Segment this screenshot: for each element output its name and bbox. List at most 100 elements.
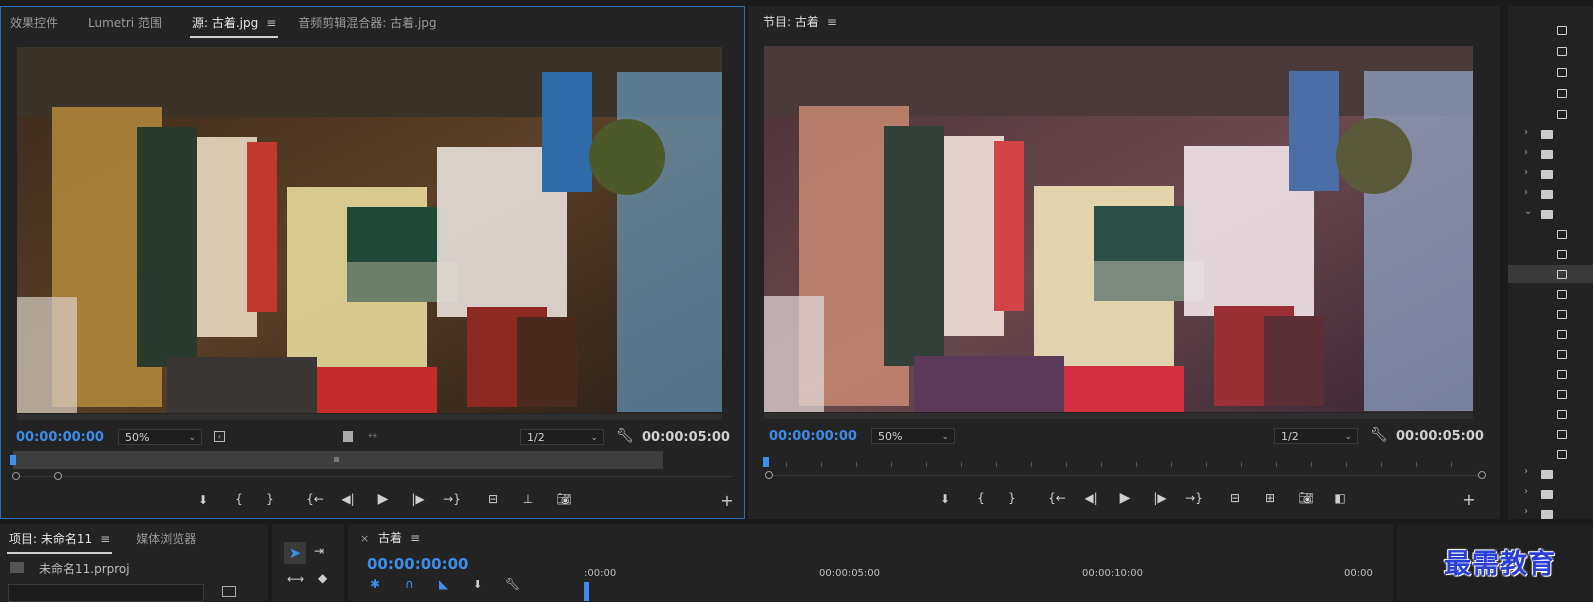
step-back-icon[interactable]: ◀| <box>1082 491 1100 505</box>
drag-video-icon[interactable]: ↔ <box>368 429 377 442</box>
folder-icon[interactable] <box>1541 490 1553 499</box>
folder-icon[interactable] <box>1541 470 1553 479</box>
program-scrollbar[interactable] <box>764 413 1473 419</box>
comparison-view-icon[interactable]: ◧ <box>1331 491 1349 505</box>
chevron-right-icon[interactable]: › <box>1524 466 1528 477</box>
button-editor-icon[interactable]: + <box>1460 490 1478 509</box>
folder-icon[interactable] <box>1541 210 1553 219</box>
settings-wrench-icon[interactable]: 🔧︎ <box>505 577 520 591</box>
chevron-right-icon[interactable]: › <box>1524 506 1528 517</box>
program-zoom-handle-left[interactable] <box>765 471 773 479</box>
program-zoom-handle-right[interactable] <box>1478 471 1486 479</box>
source-scrollbar[interactable] <box>17 414 722 420</box>
snap-icon[interactable]: ✱ <box>370 577 380 591</box>
program-playhead[interactable] <box>763 457 769 467</box>
source-video-frame[interactable] <box>17 47 722 413</box>
tab-source[interactable]: 源: 古着.jpg ≡ <box>189 14 279 38</box>
source-zoom-select[interactable]: 50% ⌄ <box>118 429 202 445</box>
go-to-out-icon[interactable]: →} <box>1185 491 1203 505</box>
clip-icon[interactable] <box>1557 350 1567 359</box>
panel-menu-icon[interactable]: ≡ <box>410 531 420 545</box>
linked-selection-icon[interactable]: ∩ <box>405 577 414 591</box>
chevron-down-icon[interactable]: ⌄ <box>1524 206 1532 217</box>
mark-out-icon[interactable]: } <box>261 492 279 506</box>
panel-menu-icon[interactable]: ≡ <box>827 15 837 29</box>
razor-tool-icon[interactable]: ◆ <box>318 571 327 585</box>
panel-menu-icon[interactable]: ≡ <box>266 16 276 30</box>
clip-icon[interactable] <box>1557 450 1567 459</box>
step-back-icon[interactable]: ◀| <box>339 492 357 506</box>
chevron-right-icon[interactable]: › <box>1524 127 1528 138</box>
program-playhead-timecode[interactable]: 00:00:00:00 <box>769 429 857 444</box>
tab-media-browser[interactable]: 媒体浏览器 <box>136 530 196 547</box>
chevron-right-icon[interactable]: › <box>1524 486 1528 497</box>
folder-icon[interactable] <box>1541 130 1553 139</box>
step-forward-icon[interactable]: |▶ <box>1151 491 1169 505</box>
tab-sequence[interactable]: 古着 ≡ <box>378 529 420 546</box>
add-marker-icon[interactable]: ⬇ <box>194 493 212 507</box>
source-playhead[interactable] <box>10 455 16 465</box>
chevron-right-icon[interactable]: › <box>1524 187 1528 198</box>
clip-icon[interactable] <box>1557 290 1567 299</box>
add-marker-icon[interactable]: ◣ <box>439 577 448 591</box>
insert-clip-icon[interactable] <box>343 431 353 442</box>
source-resolution-select[interactable]: 1/2 ⌄ <box>520 429 604 445</box>
play-icon[interactable]: ▶ <box>1116 490 1134 506</box>
clip-icon[interactable] <box>1557 270 1567 279</box>
extract-icon[interactable]: ⊞ <box>1261 491 1279 505</box>
timeline-timecode[interactable]: 00:00:00:00 <box>367 555 469 573</box>
tab-effect-controls[interactable]: 效果控件 <box>10 14 58 31</box>
overwrite-icon[interactable]: ⊥ <box>519 492 537 506</box>
clip-icon[interactable] <box>1557 250 1567 259</box>
clip-icon[interactable] <box>1557 390 1567 399</box>
add-marker-icon[interactable]: ⬇ <box>936 492 954 506</box>
lift-icon[interactable]: ⊟ <box>1226 491 1244 505</box>
folder-icon[interactable] <box>1541 150 1553 159</box>
close-icon[interactable]: × <box>360 532 369 545</box>
source-zoom-handle-left[interactable] <box>12 472 20 480</box>
export-frame-icon[interactable]: 📷︎ <box>555 492 573 506</box>
tab-project[interactable]: 项目: 未命名11 ≡ <box>6 530 113 554</box>
clip-icon[interactable] <box>1557 26 1567 35</box>
clip-icon[interactable] <box>1557 430 1567 439</box>
folder-icon[interactable] <box>1541 190 1553 199</box>
clip-icon[interactable] <box>1557 230 1567 239</box>
timeline-playhead[interactable] <box>584 582 589 601</box>
program-video-frame[interactable] <box>764 46 1473 412</box>
project-search-input[interactable] <box>8 584 204 602</box>
ripple-edit-tool-icon[interactable]: ⟷ <box>287 572 304 586</box>
clip-icon[interactable] <box>1557 68 1567 77</box>
tab-program[interactable]: 节目: 古着 ≡ <box>763 13 837 30</box>
folder-icon[interactable] <box>1541 510 1553 519</box>
clip-icon[interactable] <box>1557 89 1567 98</box>
fit-frame-icon[interactable]: ‹ <box>214 431 225 442</box>
button-editor-icon[interactable]: + <box>718 491 736 510</box>
program-zoom-bar[interactable] <box>769 475 1482 476</box>
clip-icon[interactable] <box>1557 410 1567 419</box>
go-to-in-icon[interactable]: {← <box>306 492 324 506</box>
program-zoom-select[interactable]: 50% ⌄ <box>871 428 955 444</box>
tab-lumetri-scopes[interactable]: Lumetri 范围 <box>88 14 162 31</box>
play-icon[interactable]: ▶ <box>374 491 392 507</box>
tab-audio-clip-mixer[interactable]: 音频剪辑混合器: 古着.jpg <box>298 14 436 31</box>
clip-icon[interactable] <box>1557 330 1567 339</box>
chevron-right-icon[interactable]: › <box>1524 147 1528 158</box>
folder-icon[interactable] <box>1541 170 1553 179</box>
go-to-in-icon[interactable]: {← <box>1048 491 1066 505</box>
source-zoom-bar[interactable] <box>16 476 731 477</box>
new-bin-icon[interactable] <box>222 586 236 597</box>
export-frame-icon[interactable]: 📷︎ <box>1297 491 1315 505</box>
panel-menu-icon[interactable]: ≡ <box>100 532 110 546</box>
settings-wrench-icon[interactable]: 🔧︎ <box>1370 427 1388 443</box>
marker-icon[interactable]: ⬇ <box>473 578 482 591</box>
clip-icon[interactable] <box>1557 110 1567 119</box>
mark-in-icon[interactable]: { <box>972 491 990 505</box>
source-playhead-timecode[interactable]: 00:00:00:00 <box>16 430 104 445</box>
track-select-tool-icon[interactable]: ⇥ <box>314 544 324 558</box>
selected-bin-row[interactable] <box>1508 265 1593 283</box>
source-zoom-handle-right[interactable] <box>54 472 62 480</box>
clip-icon[interactable] <box>1557 370 1567 379</box>
clip-icon[interactable] <box>1557 47 1567 56</box>
settings-wrench-icon[interactable]: 🔧︎ <box>616 428 634 444</box>
mark-in-icon[interactable]: { <box>230 492 248 506</box>
